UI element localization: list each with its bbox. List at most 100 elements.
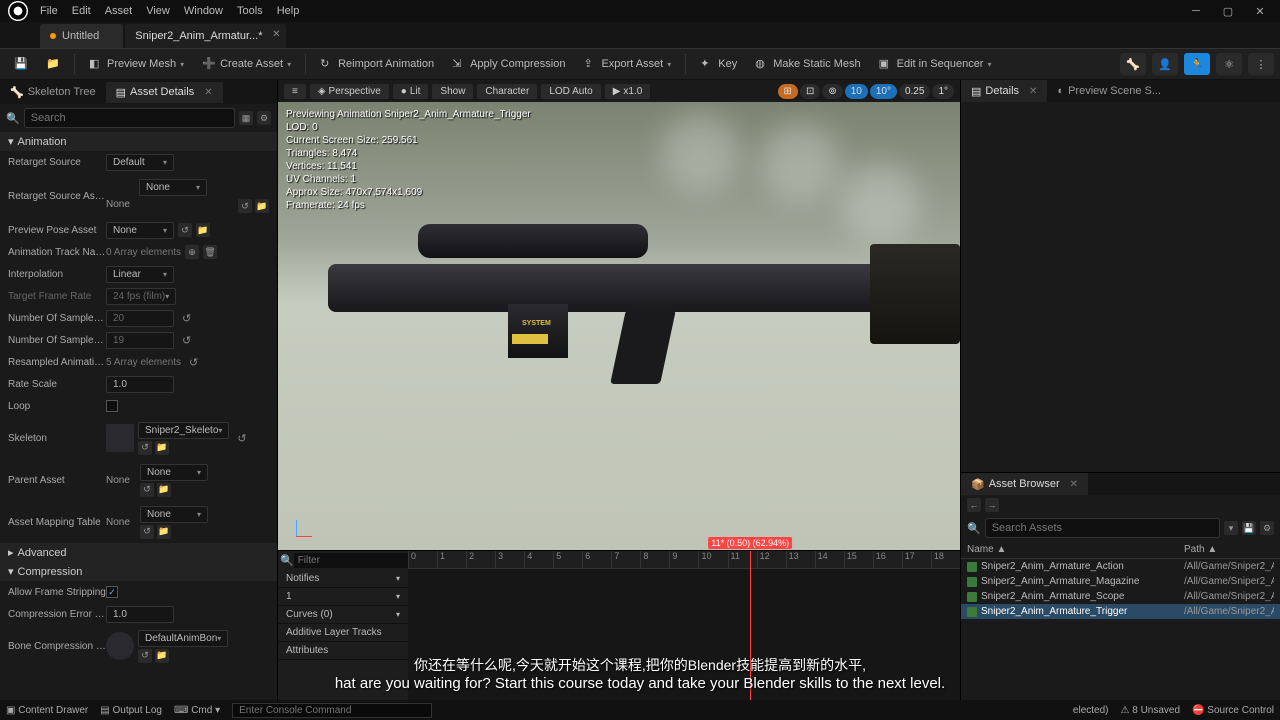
menu-edit[interactable]: Edit (72, 5, 91, 17)
grid-value-3[interactable]: 1° (932, 84, 954, 99)
reset-icon[interactable]: ↺ (140, 483, 154, 497)
output-log-button[interactable]: ▤ Output Log (100, 705, 162, 716)
preview-pose-dropdown[interactable]: None▾ (106, 222, 174, 239)
playhead[interactable] (750, 551, 751, 700)
lod-button[interactable]: LOD Auto (541, 84, 600, 99)
grid-value-1[interactable]: 10 (845, 84, 868, 99)
reset-icon[interactable]: ↺ (138, 649, 152, 663)
cmd-label[interactable]: ⌨ Cmd ▾ (174, 705, 220, 716)
menu-help[interactable]: Help (277, 5, 300, 17)
track-curves[interactable]: Curves (0)▾ (278, 606, 408, 624)
browse-icon[interactable]: 📁 (196, 223, 210, 237)
close-tab-icon[interactable]: ✕ (1029, 86, 1037, 97)
track-1[interactable]: 1▾ (278, 588, 408, 606)
reset-icon[interactable]: ↺ (238, 199, 252, 213)
reset-icon[interactable]: ↺ (182, 334, 191, 347)
grid-value-2[interactable]: 0.25 (899, 84, 930, 99)
track-attributes[interactable]: Attributes (278, 642, 408, 660)
rate-scale-field[interactable]: 1.0 (106, 376, 174, 393)
timeline-ruler[interactable]: 0123456789101112131415161718 (408, 551, 960, 569)
angle-value[interactable]: 10° (870, 84, 897, 99)
clear-icon[interactable]: 🗑 (203, 245, 217, 259)
key-button[interactable]: ✦Key (692, 54, 745, 74)
browse-icon[interactable]: 📁 (155, 649, 169, 663)
name-column[interactable]: Name ▲ (967, 544, 1184, 555)
save-button[interactable]: 💾 (6, 54, 36, 74)
make-static-button[interactable]: ◍Make Static Mesh (747, 54, 868, 74)
menu-window[interactable]: Window (184, 5, 223, 17)
tab-asset-details[interactable]: ▤Asset Details✕ (106, 82, 223, 103)
view-options-icon[interactable]: ▦ (239, 111, 253, 125)
character-button[interactable]: Character (477, 84, 537, 99)
forward-icon[interactable]: → (985, 498, 999, 512)
tab-skeleton-tree[interactable]: 🦴Skeleton Tree (0, 82, 106, 103)
misc-mode-icon[interactable]: ⋮ (1248, 53, 1274, 75)
save-all-icon[interactable]: 💾 (1242, 521, 1256, 535)
reimport-button[interactable]: ↻Reimport Animation (312, 54, 442, 74)
menu-tools[interactable]: Tools (237, 5, 263, 17)
track-notifies[interactable]: Notifies▾ (278, 570, 408, 588)
timeline-track[interactable]: 11* (0.50) (62.94%) 01234567891011121314… (408, 551, 960, 700)
edit-sequencer-button[interactable]: ▣Edit in Sequencer ▾ (871, 54, 1000, 74)
retarget-source-dropdown[interactable]: Default▾ (106, 154, 174, 171)
console-input[interactable] (232, 703, 432, 718)
snap-angle-icon[interactable]: ⊚ (822, 84, 842, 99)
tab-preview-scene[interactable]: ◐Preview Scene S... (1047, 80, 1171, 102)
target-frame-dropdown[interactable]: 24 fps (film)▾ (106, 288, 176, 305)
menu-file[interactable]: File (40, 5, 58, 17)
play-button[interactable]: ▶ x1.0 (605, 84, 651, 99)
parent-asset-dropdown[interactable]: None▾ (140, 464, 208, 481)
close-tab-icon[interactable]: ✕ (1070, 479, 1078, 490)
asset-row[interactable]: Sniper2_Anim_Armature_Magazine/All/Game/… (961, 574, 1280, 589)
settings-icon[interactable]: ⚙ (257, 111, 271, 125)
skeleton-thumbnail[interactable] (106, 424, 134, 452)
reset-icon[interactable]: ↺ (182, 312, 191, 325)
browse-icon[interactable]: 📁 (155, 441, 169, 455)
preview-mesh-button[interactable]: ◧Preview Mesh ▾ (81, 54, 192, 74)
tab-asset-browser[interactable]: 📦Asset Browser✕ (961, 473, 1088, 495)
reset-icon[interactable]: ↺ (178, 223, 192, 237)
reset-icon[interactable]: ↺ (237, 432, 246, 445)
perspective-button[interactable]: ◈ Perspective (310, 84, 389, 99)
snap-grid-icon[interactable]: ⊡ (800, 84, 820, 99)
animation-mode-icon[interactable]: 🏃 (1184, 53, 1210, 75)
asset-row[interactable]: Sniper2_Anim_Armature_Action/All/Game/Sn… (961, 559, 1280, 574)
group-animation[interactable]: ▾ Animation (0, 132, 277, 151)
menu-asset[interactable]: Asset (105, 5, 133, 17)
tab-close-icon[interactable]: ✕ (272, 29, 280, 40)
browse-icon[interactable]: 📁 (157, 525, 171, 539)
interpolation-dropdown[interactable]: Linear▾ (106, 266, 174, 283)
show-button[interactable]: Show (432, 84, 473, 99)
group-compression[interactable]: ▾ Compression (0, 562, 277, 581)
close-icon[interactable]: ✕ (1248, 3, 1272, 19)
tab-untitled[interactable]: Untitled (40, 24, 123, 48)
search-input[interactable] (24, 108, 235, 128)
group-advanced[interactable]: ▸ Advanced (0, 543, 277, 562)
settings-icon[interactable]: ⚙ (1260, 521, 1274, 535)
export-asset-button[interactable]: ⇪Export Asset ▾ (575, 54, 679, 74)
maximize-icon[interactable]: ▢ (1216, 3, 1240, 19)
asset-row[interactable]: Sniper2_Anim_Armature_Trigger/All/Game/S… (961, 604, 1280, 619)
skeleton-dropdown[interactable]: Sniper2_Skeleto▾ (138, 422, 229, 439)
reset-icon[interactable]: ↺ (140, 525, 154, 539)
viewport-menu-icon[interactable]: ≡ (284, 84, 306, 99)
tab-animation[interactable]: Sniper2_Anim_Armatur...*✕ (125, 24, 286, 48)
tab-details[interactable]: ▤Details✕ (961, 80, 1047, 102)
menu-view[interactable]: View (146, 5, 170, 17)
snap-toggle-icon[interactable]: ⊞ (778, 84, 798, 99)
close-tab-icon[interactable]: ✕ (204, 87, 212, 98)
curve-comp-dropdown[interactable]: DefaultAnimCur▾ (138, 672, 227, 673)
back-icon[interactable]: ← (967, 498, 981, 512)
bone-comp-dropdown[interactable]: DefaultAnimBon▾ (138, 630, 228, 647)
asset-mapping-dropdown[interactable]: None▾ (140, 506, 208, 523)
apply-compression-button[interactable]: ⇲Apply Compression (444, 54, 573, 74)
compression-err-field[interactable]: 1.0 (106, 606, 174, 623)
asset-row[interactable]: Sniper2_Anim_Armature_Scope/All/Game/Sni… (961, 589, 1280, 604)
frame-strip-checkbox[interactable] (106, 586, 118, 598)
unsaved-status[interactable]: ⚠ 8 Unsaved (1121, 705, 1181, 716)
retarget-asset-sub-dropdown[interactable]: None▾ (139, 179, 207, 196)
lit-button[interactable]: ● Lit (393, 84, 429, 99)
skeleton-mode-icon[interactable]: 🦴 (1120, 53, 1146, 75)
track-additive-layer[interactable]: Additive Layer Tracks (278, 624, 408, 642)
browse-icon[interactable]: 📁 (255, 199, 269, 213)
